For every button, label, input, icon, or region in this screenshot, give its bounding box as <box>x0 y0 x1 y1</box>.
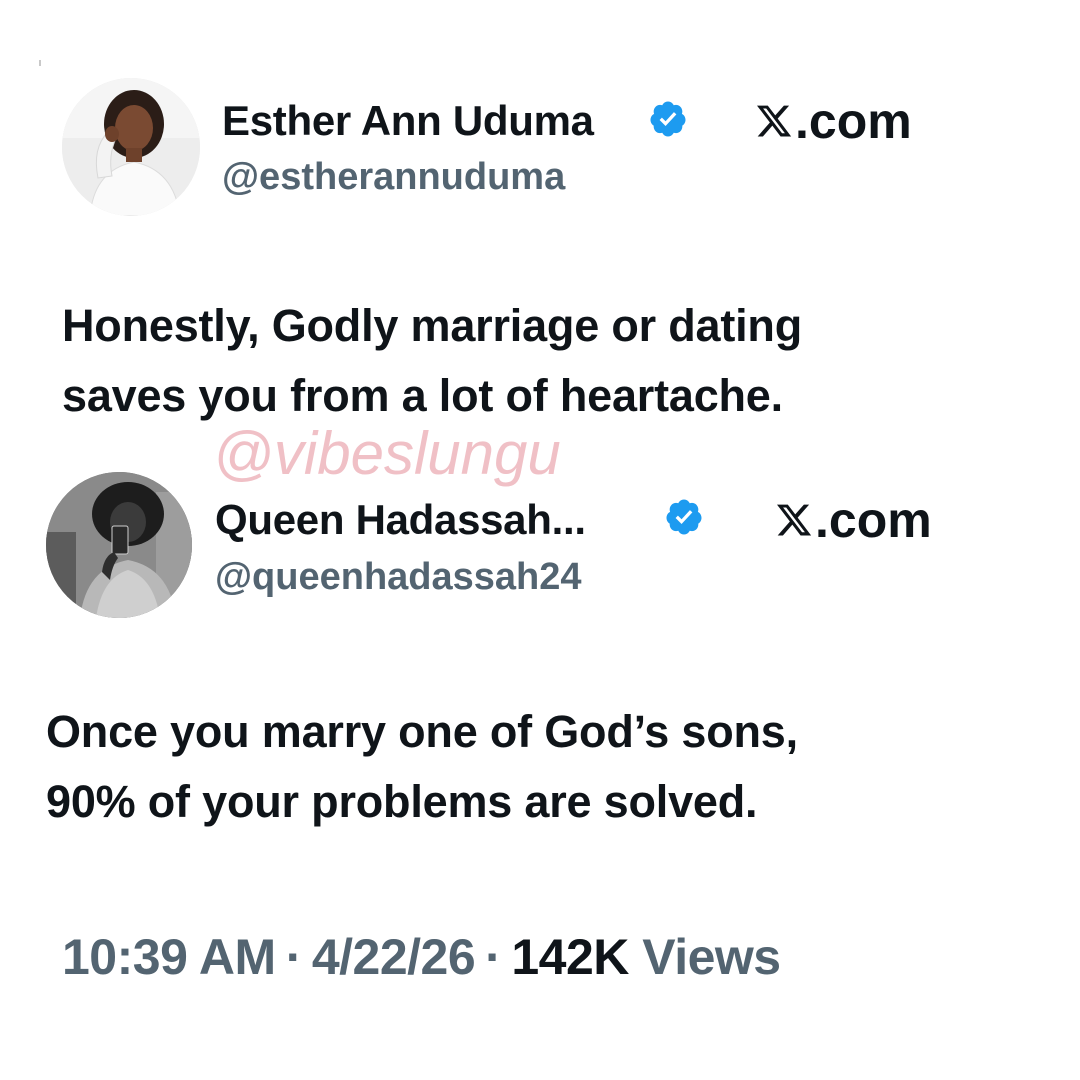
verified-badge-icon <box>664 497 704 542</box>
avatar[interactable] <box>46 472 192 618</box>
tweet-text: Honestly, Godly marriage or dating saves… <box>62 291 1022 431</box>
tweet-meta: 10:39 AM · 4/22/26 · 142K Views <box>62 932 781 982</box>
avatar-photo <box>62 78 200 216</box>
tweet-1: Esther Ann Uduma .com @estherannuduma Ho… <box>0 0 1080 430</box>
x-logo-icon <box>776 504 812 536</box>
tweet-text: Once you marry one of God’s sons, 90% of… <box>46 697 1006 837</box>
handle[interactable]: @estherannuduma <box>222 158 565 196</box>
views-label: Views <box>642 929 781 985</box>
avatar[interactable] <box>62 78 200 216</box>
tweet-text-line: Honestly, Godly marriage or dating <box>62 300 803 351</box>
tweet-text-line: 90% of your problems are solved. <box>46 776 758 827</box>
x-com-label[interactable]: .com <box>755 96 912 146</box>
x-com-text: .com <box>795 93 912 149</box>
views-count: 142K <box>511 929 629 985</box>
x-logo-icon <box>756 105 792 137</box>
x-com-label[interactable]: .com <box>775 495 932 545</box>
handle[interactable]: @queenhadassah24 <box>215 558 582 596</box>
avatar-photo <box>46 472 192 618</box>
x-com-text: .com <box>815 492 932 548</box>
verified-badge-icon <box>648 99 688 144</box>
tweet-text-line: Once you marry one of God’s sons, <box>46 706 798 757</box>
timestamp-time[interactable]: 10:39 AM <box>62 929 276 985</box>
separator-dot: · <box>485 929 502 985</box>
display-name[interactable]: Esther Ann Uduma <box>222 100 594 142</box>
timestamp-date[interactable]: 4/22/26 <box>312 929 476 985</box>
separator-dot: · <box>285 929 303 985</box>
tweet-2: Queen Hadassah... .com @queenhadassah24 … <box>0 460 1080 860</box>
display-name[interactable]: Queen Hadassah... <box>215 499 586 541</box>
